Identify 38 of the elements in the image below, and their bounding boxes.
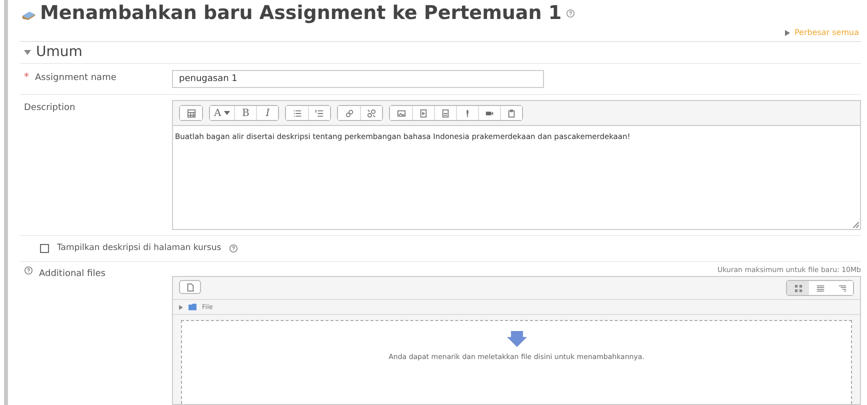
toolbar-button[interactable]: [308, 106, 330, 120]
field-label: Assignment name: [35, 72, 116, 83]
help-icon: [566, 8, 575, 18]
folder-icon: [187, 303, 198, 311]
section-header[interactable]: Umum: [20, 42, 82, 63]
table-icon: [186, 108, 196, 118]
field-label: Description: [24, 102, 76, 113]
video-camera-icon: [485, 108, 494, 118]
image-icon: [396, 108, 406, 118]
help-icon: [229, 244, 238, 252]
toolbar-button[interactable]: [360, 106, 382, 120]
expand-icon: [179, 304, 183, 310]
caret-icon: [224, 111, 230, 115]
unlink-icon: [367, 108, 376, 118]
tree-icon: [838, 284, 846, 292]
field-label: Additional files: [39, 268, 106, 279]
caret-icon: [24, 50, 31, 54]
view-button[interactable]: [787, 281, 809, 295]
clipboard-icon: [507, 108, 516, 118]
link-icon: [344, 108, 354, 118]
add-file-button[interactable]: [179, 280, 201, 294]
list-icon: [816, 284, 824, 292]
assignment-name-field[interactable]: penugasan 1: [172, 70, 544, 88]
media-file-icon: [419, 108, 428, 118]
format-button[interactable]: I: [256, 106, 278, 120]
triangle-icon: [785, 30, 790, 36]
grid-icon: [794, 284, 802, 292]
page-title: Menambahkan baru Assignment ke Pertemuan 1: [40, 2, 562, 24]
resize-grip-icon: [853, 222, 859, 228]
required-marker: *: [24, 71, 29, 83]
toolbar-button[interactable]: [500, 106, 522, 120]
help-icon: [24, 266, 33, 275]
bullet-list-icon: [292, 108, 302, 118]
numbered-list-icon: [315, 108, 324, 118]
checkbox-label: Tampilkan deskripsi di halaman kursus: [57, 243, 222, 253]
document-icon: [441, 108, 450, 118]
checkbox[interactable]: [40, 244, 49, 252]
add-file-icon: [186, 282, 194, 292]
